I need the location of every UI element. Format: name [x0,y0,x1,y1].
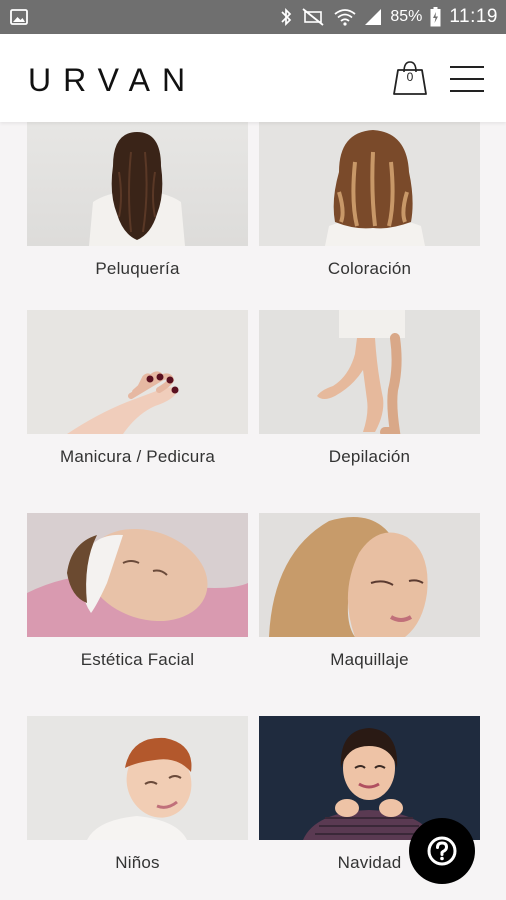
category-image [259,310,480,434]
category-image [27,513,248,637]
bluetooth-icon [280,7,292,27]
brand-logo[interactable]: URVAN [28,62,197,99]
category-label: Maquillaje [330,650,409,669]
category-label: Depilación [328,447,411,466]
signal-icon [364,8,382,26]
image-icon [10,9,28,25]
category-tile-depilacion[interactable]: Depilación [259,310,480,467]
category-tile-ninos[interactable]: Niños [27,716,248,873]
category-tile-coloracion[interactable]: Coloración [259,122,480,279]
category-tile-manicura-pedicura[interactable]: Manicura / Pedicura [27,310,248,467]
battery-icon [430,7,441,27]
category-image [259,122,480,246]
question-mark-icon [427,836,457,866]
cart-count: 0 [406,70,414,84]
category-label: Coloración [327,259,412,278]
category-image [259,513,480,637]
wifi-icon [334,8,356,26]
category-image [27,716,248,840]
help-button[interactable] [409,818,475,884]
status-bar: 85% 11:19 [0,0,506,34]
cart-button[interactable]: 0 [390,56,430,100]
mute-icon [300,7,326,27]
category-label: Manicura / Pedicura [60,447,215,466]
category-label: Estética Facial [80,650,195,669]
category-image [27,310,248,434]
category-tile-peluqueria[interactable]: Peluquería [27,122,248,279]
category-label: Peluquería [95,259,180,278]
clock: 11:19 [449,6,498,27]
category-label: Niños [115,853,160,872]
battery-percent: 85% [390,8,423,25]
category-image [27,122,248,246]
category-tile-maquillaje[interactable]: Maquillaje [259,513,480,670]
hamburger-menu-icon[interactable] [450,66,484,92]
category-grid: Peluquería Coloración Manicura / Pedicur… [0,122,506,900]
category-tile-estetica-facial[interactable]: Estética Facial [27,513,248,670]
app-header: URVAN 0 [0,34,506,122]
